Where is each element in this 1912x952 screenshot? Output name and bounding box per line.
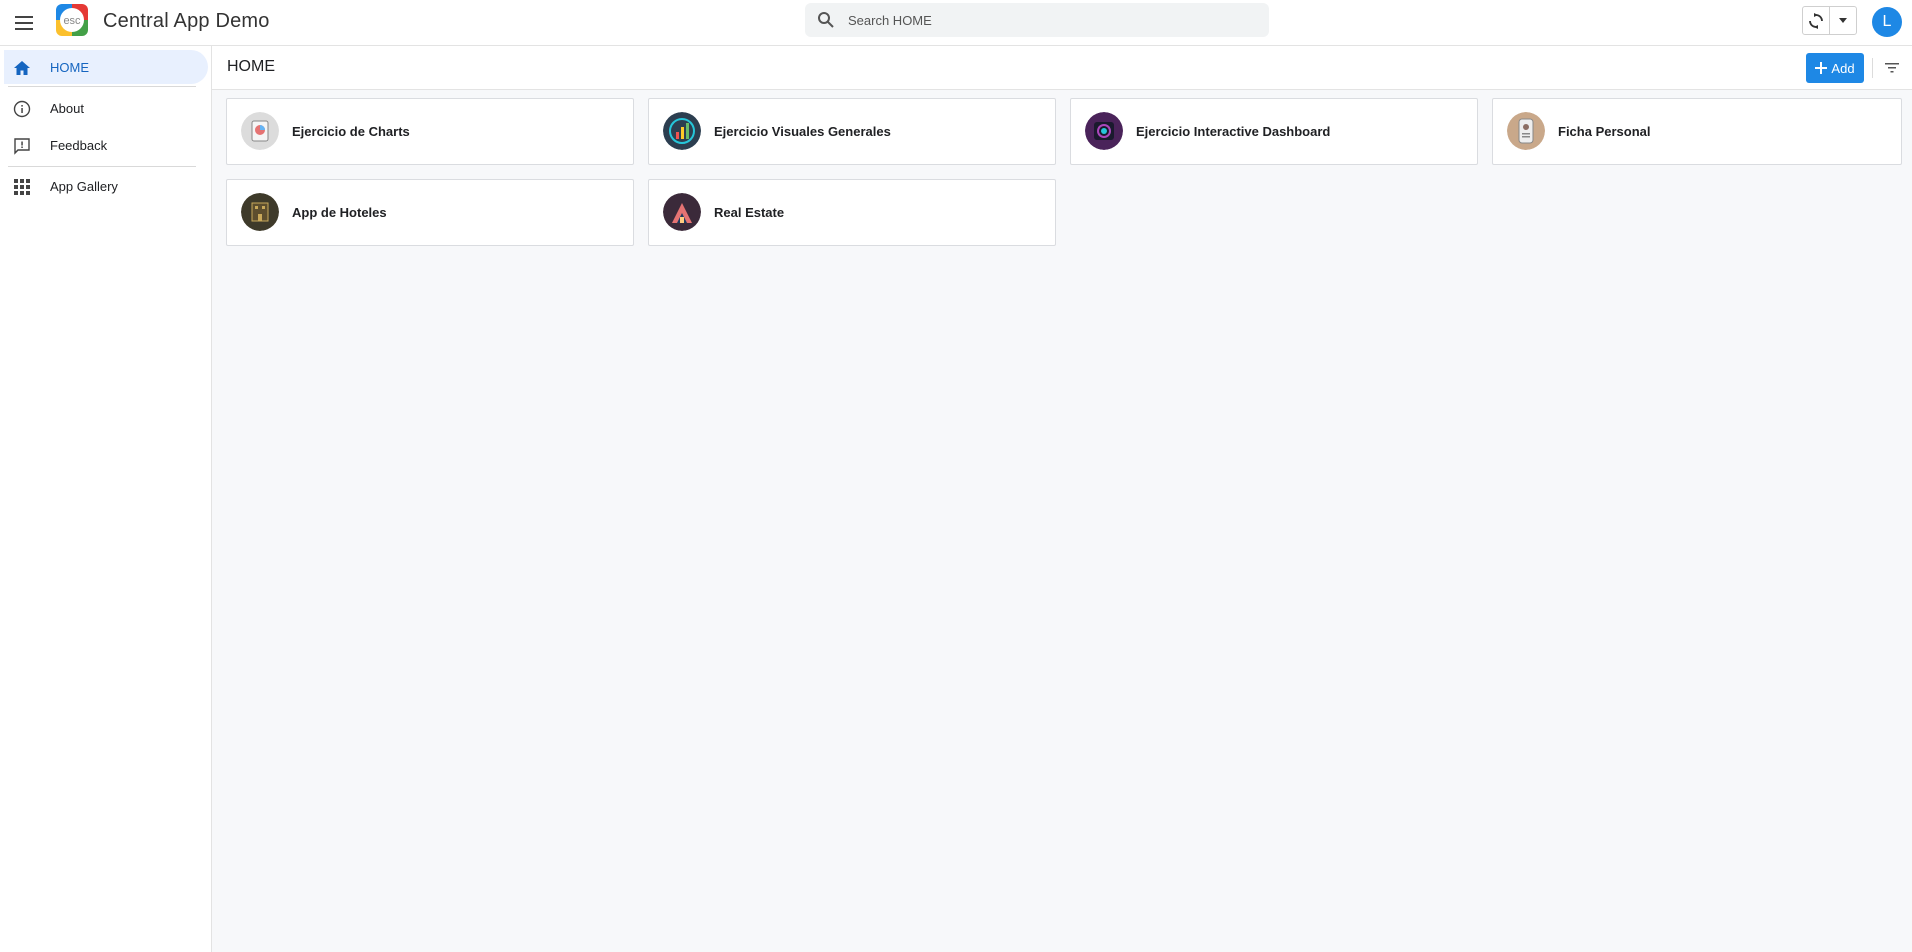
- header-divider: [1872, 58, 1873, 78]
- top-bar: esc Central App Demo L: [0, 0, 1912, 46]
- app-card-ejercicio-interactive-dashboard[interactable]: Ejercicio Interactive Dashboard: [1070, 98, 1478, 165]
- filter-icon: [1885, 63, 1899, 73]
- page-title: HOME: [227, 58, 275, 75]
- app-title: Central App Demo: [103, 10, 270, 32]
- caret-down-icon: [1839, 17, 1847, 23]
- sidebar-item-app-gallery[interactable]: App Gallery: [4, 169, 208, 203]
- app-thumbnail: [663, 112, 701, 150]
- main-content: HOME Add Ejercicio de Charts Ejercicio V…: [212, 46, 1912, 952]
- sidebar: HOME About Feedback App Gallery: [0, 46, 212, 952]
- add-button-label: Add: [1831, 60, 1855, 76]
- filter-button[interactable]: [1882, 58, 1902, 78]
- sync-icon: [1809, 12, 1823, 29]
- app-card-label: Real Estate: [714, 205, 785, 220]
- sidebar-divider: [8, 166, 196, 167]
- app-thumbnail: [241, 193, 279, 231]
- feedback-icon: [12, 136, 32, 156]
- sidebar-divider: [8, 86, 196, 87]
- home-icon: [12, 58, 32, 78]
- app-card-label: Ejercicio Interactive Dashboard: [1136, 124, 1331, 139]
- app-thumbnail: [1507, 112, 1545, 150]
- info-icon: [12, 99, 32, 119]
- app-card-label: Ficha Personal: [1558, 124, 1651, 139]
- add-button[interactable]: Add: [1806, 53, 1864, 83]
- sidebar-item-home[interactable]: HOME: [4, 50, 208, 84]
- search-input[interactable]: [848, 3, 1258, 37]
- page-header: HOME Add: [212, 46, 1912, 90]
- sync-button-group: [1802, 6, 1857, 35]
- app-card-app-de-hoteles[interactable]: App de Hoteles: [226, 179, 634, 246]
- app-card-label: Ejercicio Visuales Generales: [714, 124, 891, 139]
- sidebar-item-label: About: [50, 100, 84, 116]
- sync-button[interactable]: [1803, 7, 1830, 34]
- sidebar-item-label: HOME: [50, 59, 89, 75]
- app-card-ejercicio-de-charts[interactable]: Ejercicio de Charts: [226, 98, 634, 165]
- app-thumbnail: [1085, 112, 1123, 150]
- sync-dropdown-button[interactable]: [1830, 7, 1856, 34]
- app-card-real-estate[interactable]: Real Estate: [648, 179, 1056, 246]
- sidebar-item-label: Feedback: [50, 137, 108, 153]
- menu-icon: [15, 16, 33, 30]
- logo-text: esc: [63, 15, 81, 27]
- app-card-ficha-personal[interactable]: Ficha Personal: [1492, 98, 1902, 165]
- search-bar[interactable]: [805, 3, 1269, 37]
- app-logo: esc: [56, 4, 88, 36]
- search-icon: [818, 12, 834, 28]
- sidebar-item-about[interactable]: About: [4, 91, 208, 125]
- app-thumbnail: [663, 193, 701, 231]
- user-avatar[interactable]: L: [1872, 7, 1902, 37]
- hamburger-menu-button[interactable]: [10, 9, 38, 37]
- apps-grid-icon: [12, 177, 32, 197]
- app-thumbnail: [241, 112, 279, 150]
- plus-icon: [1815, 62, 1828, 74]
- app-card-ejercicio-visuales-generales[interactable]: Ejercicio Visuales Generales: [648, 98, 1056, 165]
- sidebar-item-label: App Gallery: [50, 178, 118, 194]
- app-card-label: Ejercicio de Charts: [292, 124, 410, 139]
- sidebar-item-feedback[interactable]: Feedback: [4, 128, 208, 162]
- app-card-label: App de Hoteles: [292, 205, 387, 220]
